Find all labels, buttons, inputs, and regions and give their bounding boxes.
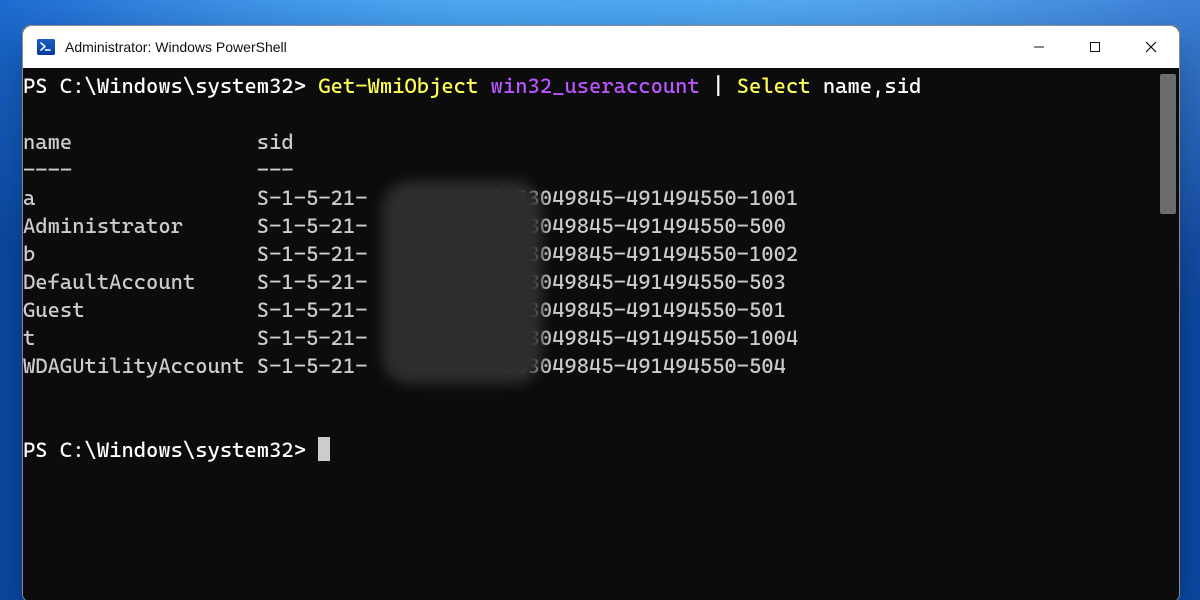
maximize-button[interactable] <box>1067 26 1123 68</box>
powershell-window: Administrator: Windows PowerShell <box>22 25 1180 600</box>
close-button[interactable] <box>1123 26 1179 68</box>
window-controls <box>1011 26 1179 68</box>
text-caret <box>318 437 330 461</box>
desktop-wallpaper: Administrator: Windows PowerShell <box>0 0 1200 600</box>
terminal-output: PS C:\Windows\system32> Get-WmiObject wi… <box>23 72 1157 464</box>
terminal-viewport[interactable]: PS C:\Windows\system32> Get-WmiObject wi… <box>23 68 1157 600</box>
minimize-button[interactable] <box>1011 26 1067 68</box>
vertical-scrollbar[interactable] <box>1157 68 1179 600</box>
powershell-icon <box>37 38 55 56</box>
scrollbar-thumb[interactable] <box>1160 74 1176 214</box>
terminal-client-area[interactable]: PS C:\Windows\system32> Get-WmiObject wi… <box>23 68 1179 600</box>
window-title: Administrator: Windows PowerShell <box>65 39 1011 55</box>
titlebar[interactable]: Administrator: Windows PowerShell <box>23 26 1179 68</box>
